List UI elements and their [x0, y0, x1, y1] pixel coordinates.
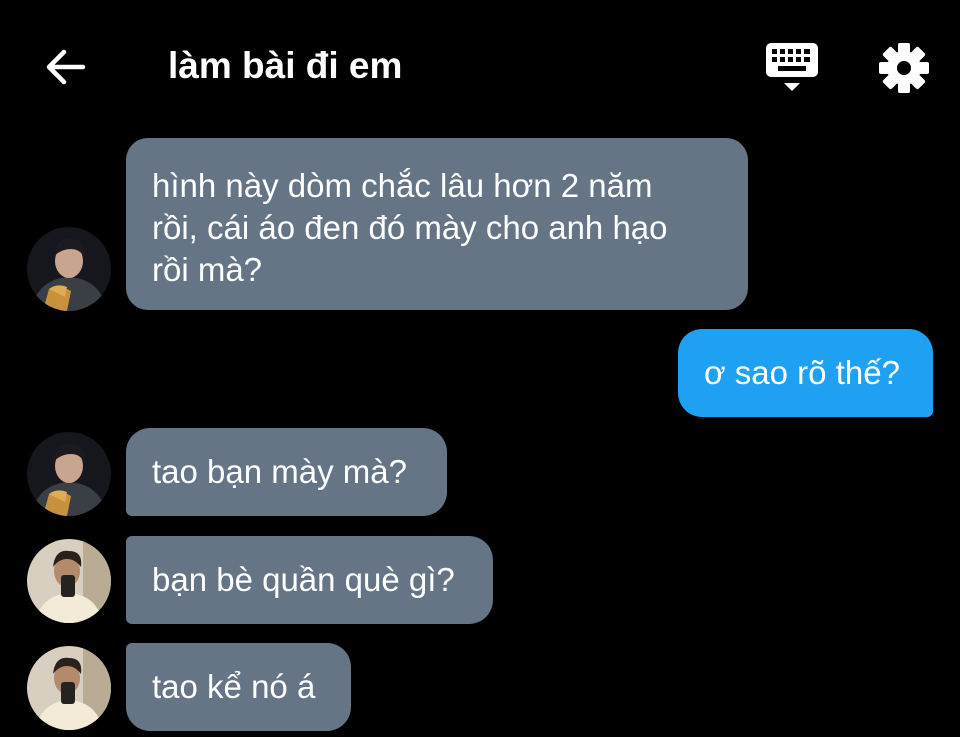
arrow-left-icon — [46, 49, 86, 85]
sender-avatar[interactable] — [27, 646, 111, 730]
chat-header: làm bài đi em — [0, 0, 960, 130]
avatar-mirror-selfie — [27, 646, 111, 730]
message-text: tao bạn mày mà? — [152, 453, 407, 490]
message-text: tao kể nó á — [152, 668, 316, 705]
avatar-dark-hoodie — [27, 227, 111, 311]
message-bubble-incoming[interactable]: hình này dòm chắc lâu hơn 2 năm rồi, cái… — [126, 138, 748, 310]
message-bubble-incoming[interactable]: tao bạn mày mà? — [126, 428, 447, 516]
message-text: bạn bè quần què gì? — [152, 561, 455, 598]
keyboard-icon — [766, 43, 818, 91]
back-button[interactable] — [40, 44, 90, 90]
sender-avatar[interactable] — [27, 432, 111, 516]
message-text: rồi mà? — [152, 251, 263, 288]
keyboard-button[interactable] — [764, 40, 822, 96]
avatar-mirror-selfie — [27, 539, 111, 623]
message-text: hình này dòm chắc lâu hơn 2 năm — [152, 167, 653, 204]
message-bubble-incoming[interactable]: bạn bè quần què gì? — [126, 536, 493, 624]
avatar-dark-hoodie — [27, 432, 111, 516]
message-bubble-outgoing[interactable]: ơ sao rõ thế? — [678, 329, 933, 417]
sender-avatar[interactable] — [27, 539, 111, 623]
sender-avatar[interactable] — [27, 227, 111, 311]
conversation-title: làm bài đi em — [168, 45, 403, 86]
settings-button[interactable] — [876, 40, 932, 96]
message-text: rồi, cái áo đen đó mày cho anh hạo — [152, 209, 668, 246]
message-text: ơ sao rõ thế? — [704, 354, 900, 391]
gear-icon — [879, 43, 929, 93]
message-bubble-incoming[interactable]: tao kể nó á — [126, 643, 351, 731]
